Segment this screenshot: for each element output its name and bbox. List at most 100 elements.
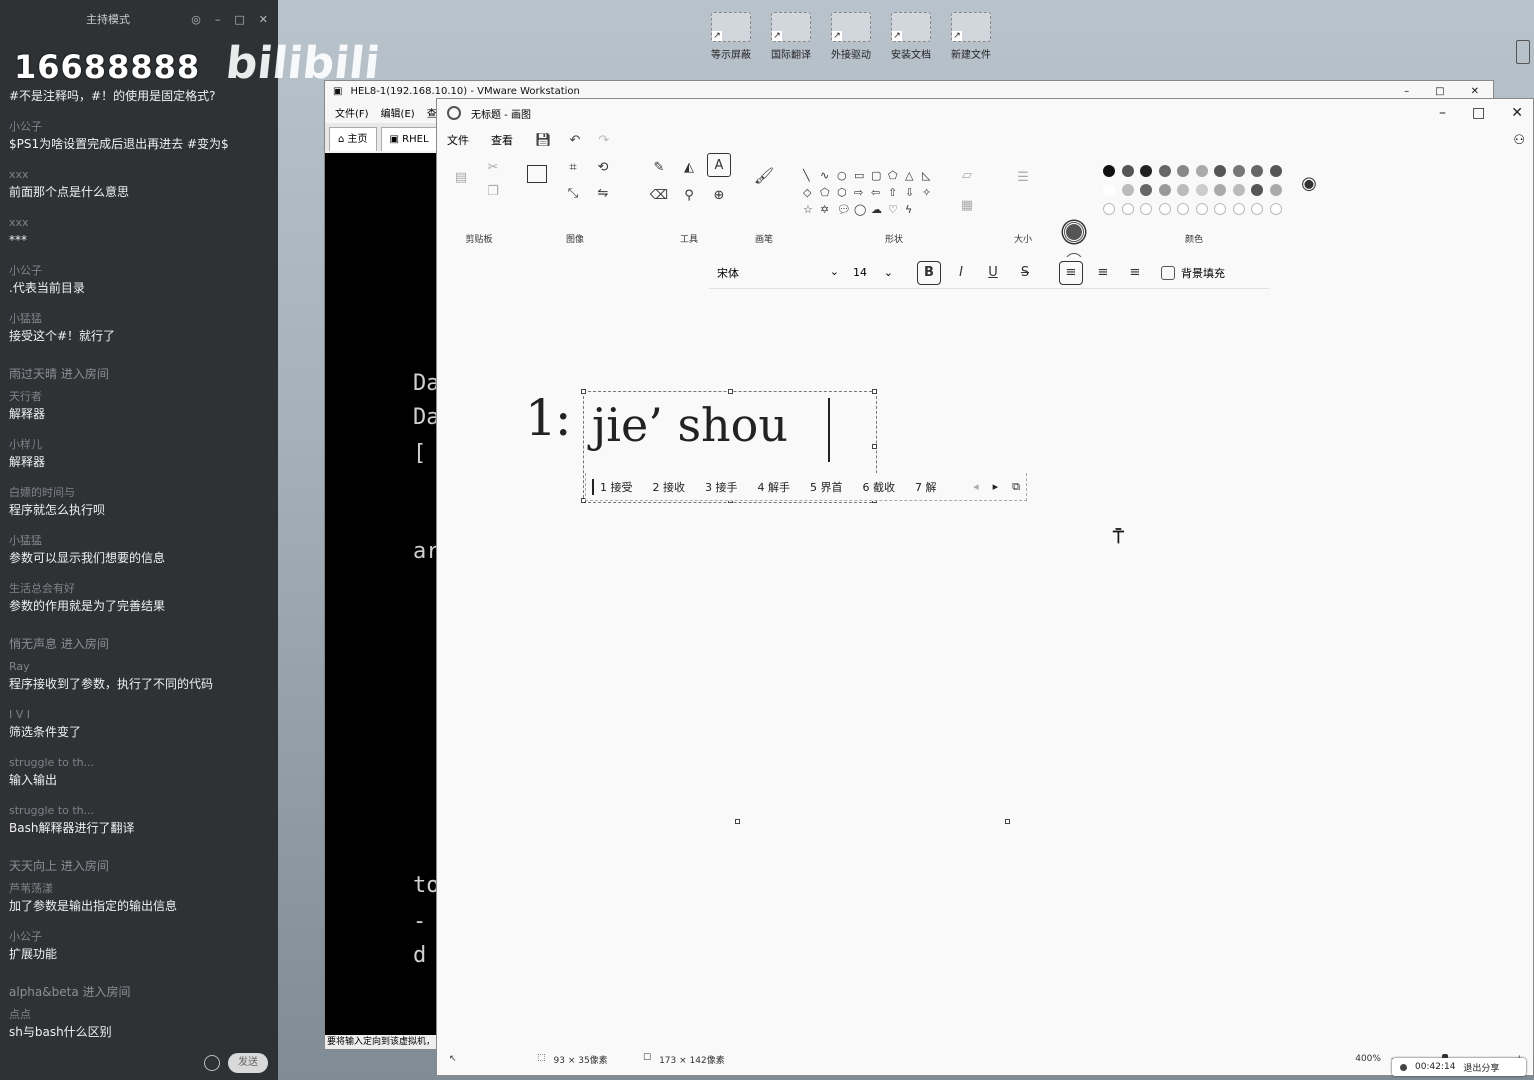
redo-icon[interactable]: ↷ [598,133,609,148]
chat-username[interactable]: 芦苇荡漾 [9,882,269,896]
prev-page-icon[interactable]: ◂ [973,480,979,494]
magnifier-icon[interactable]: ⊕ [709,185,729,205]
font-select[interactable]: 宋体 ⌄ [709,265,847,281]
color-picker-icon[interactable]: ⚲ [679,185,699,205]
ime-candidate[interactable]: 7 解 [915,479,937,495]
size-icon[interactable]: ☰ [1013,167,1033,187]
italic-button[interactable]: I [949,261,973,285]
vmware-menu-edit[interactable]: 编辑(E) [381,105,415,120]
resize-handle[interactable] [872,444,877,449]
rotate-icon[interactable]: ⟲ [593,157,613,177]
canvas-resize-handle[interactable] [1005,819,1010,824]
resize-handle[interactable] [728,389,733,394]
desktop-shortcut[interactable]: 外接驱动 [822,12,880,61]
emoji-icon[interactable] [204,1055,220,1071]
desktop-shortcut[interactable]: 安装文档 [882,12,940,61]
close-icon[interactable]: ✕ [259,13,268,26]
chat-username[interactable]: 点点 [9,1008,269,1022]
ime-candidate[interactable]: 6 截收 [863,479,896,495]
minimize-icon[interactable]: – [1439,105,1446,121]
outline-icon[interactable]: ▱ [957,165,977,185]
desktop-shortcut[interactable]: 等示屏蔽 [702,12,760,61]
undo-icon[interactable]: ↶ [570,133,581,148]
underline-button[interactable]: U [981,261,1005,285]
chat-username[interactable]: 小公子 [9,120,269,134]
chat-username[interactable]: struggle to th... [9,756,269,770]
select-icon[interactable] [527,165,547,183]
chat-username[interactable]: Ray [9,660,269,674]
paint-canvas[interactable]: 1: jie’ shou 1 接受 2 接收 3 接手 4 解手 5 界首 6 … [437,299,1533,1043]
cut-icon[interactable]: ✂ [483,157,503,177]
background-fill-checkbox[interactable] [1161,265,1175,280]
terminal-line: Da [413,405,437,430]
chat-username[interactable]: 小样儿 [9,438,269,452]
strikethrough-button[interactable]: S [1013,261,1037,285]
text-tool-icon[interactable]: A [707,153,731,177]
shape-fill-icon[interactable]: ▦ [957,195,977,215]
save-icon[interactable]: 💾︎ [535,133,552,148]
exit-share-button[interactable]: 退出分享 [1463,1061,1499,1074]
ime-candidate[interactable]: 5 界首 [810,479,843,495]
chat-username[interactable]: 白嫖的时间与 [9,486,269,500]
vm-console[interactable]: Da Da [ ar to - d [325,153,437,1037]
align-left-button[interactable]: ≡ [1059,260,1083,285]
chat-username[interactable]: struggle to th... [9,804,269,818]
ime-candidate[interactable]: 3 接手 [705,479,738,495]
close-icon[interactable]: ✕ [1511,105,1523,121]
restore-icon[interactable]: □ [234,13,244,26]
paste-icon[interactable]: ▤ [451,167,471,187]
resize-handle[interactable] [581,389,586,394]
fill-icon[interactable]: ◭ [679,157,699,177]
chat-username[interactable]: 生活总会有好 [9,582,269,596]
flip-icon[interactable]: ⇋ [593,183,613,203]
chat-username[interactable]: 天行者 [9,390,269,404]
crop-icon[interactable]: ⌗ [563,157,583,177]
maximize-icon[interactable]: □ [1435,86,1444,97]
ime-candidate[interactable]: 2 接收 [653,479,686,495]
vmware-menu-file[interactable]: 文件(F) [335,105,369,120]
edit-colors-icon[interactable]: ◉ [1299,173,1319,194]
resize-handle[interactable] [872,389,877,394]
tab-rhel-label: RHEL [402,134,429,145]
expand-icon[interactable]: ⧉ [1012,480,1020,494]
settings-icon[interactable]: ◎ [191,13,201,26]
desktop-corner-icon[interactable] [1516,40,1530,64]
chat-username[interactable]: 小公子 [9,264,269,278]
desktop-shortcut[interactable]: 国际翻译 [762,12,820,61]
resize-icon[interactable]: ⤡ [563,183,583,203]
ime-candidate[interactable]: 1 接受 [592,478,633,495]
bold-button[interactable]: B [917,260,941,285]
chat-username[interactable]: I V I [9,708,269,722]
chat-message-list[interactable]: #不是注释吗，#！的使用是固定格式? 小公子 $PS1为啥设置完成后退出再进去 #变… [0,72,278,1056]
ime-candidate[interactable]: 4 解手 [758,479,791,495]
align-center-button[interactable]: ≡ [1091,261,1115,285]
chat-username[interactable]: xxx [9,168,269,182]
eraser-icon[interactable]: ⌫ [649,185,669,205]
menu-file[interactable]: 文件 [447,132,469,148]
canvas-resize-handle[interactable] [735,819,740,824]
host-mode-label[interactable]: 主持模式 [86,11,130,27]
maximize-icon[interactable]: □ [1472,105,1485,121]
color1-swatch[interactable] [1063,221,1085,243]
vmware-title: HEL8-1(192.168.10.10) - VMware Workstati… [350,85,580,97]
next-page-icon[interactable]: ▸ [993,480,999,494]
tab-home[interactable]: ⌂ 主页 [329,127,377,151]
chat-username[interactable]: xxx [9,216,269,230]
chat-username[interactable]: 小公子 [9,930,269,944]
font-size-select[interactable]: 14 ⌄ [847,266,899,279]
pencil-icon[interactable]: ✎ [649,157,669,177]
minimize-icon[interactable]: – [215,13,221,26]
align-right-button[interactable]: ≡ [1123,261,1147,285]
minimize-icon[interactable]: – [1404,86,1409,97]
copy-icon[interactable]: ❐ [483,181,503,201]
desktop-shortcut[interactable]: 新建文件 [942,12,1000,61]
paint-titlebar[interactable]: 无标题 - 画图 – □ ✕ [437,99,1533,127]
share-icon[interactable]: ⚇ [1513,133,1533,148]
brush-icon[interactable]: 🖌︎ [754,165,774,185]
close-icon[interactable]: ✕ [1471,86,1479,97]
menu-view[interactable]: 查看 [491,132,513,148]
chat-username[interactable]: 小猛猛 [9,312,269,326]
chat-username[interactable]: 小猛猛 [9,534,269,548]
tab-rhel[interactable]: ▣ RHEL [380,127,438,151]
send-button[interactable]: 发送 [228,1053,268,1073]
